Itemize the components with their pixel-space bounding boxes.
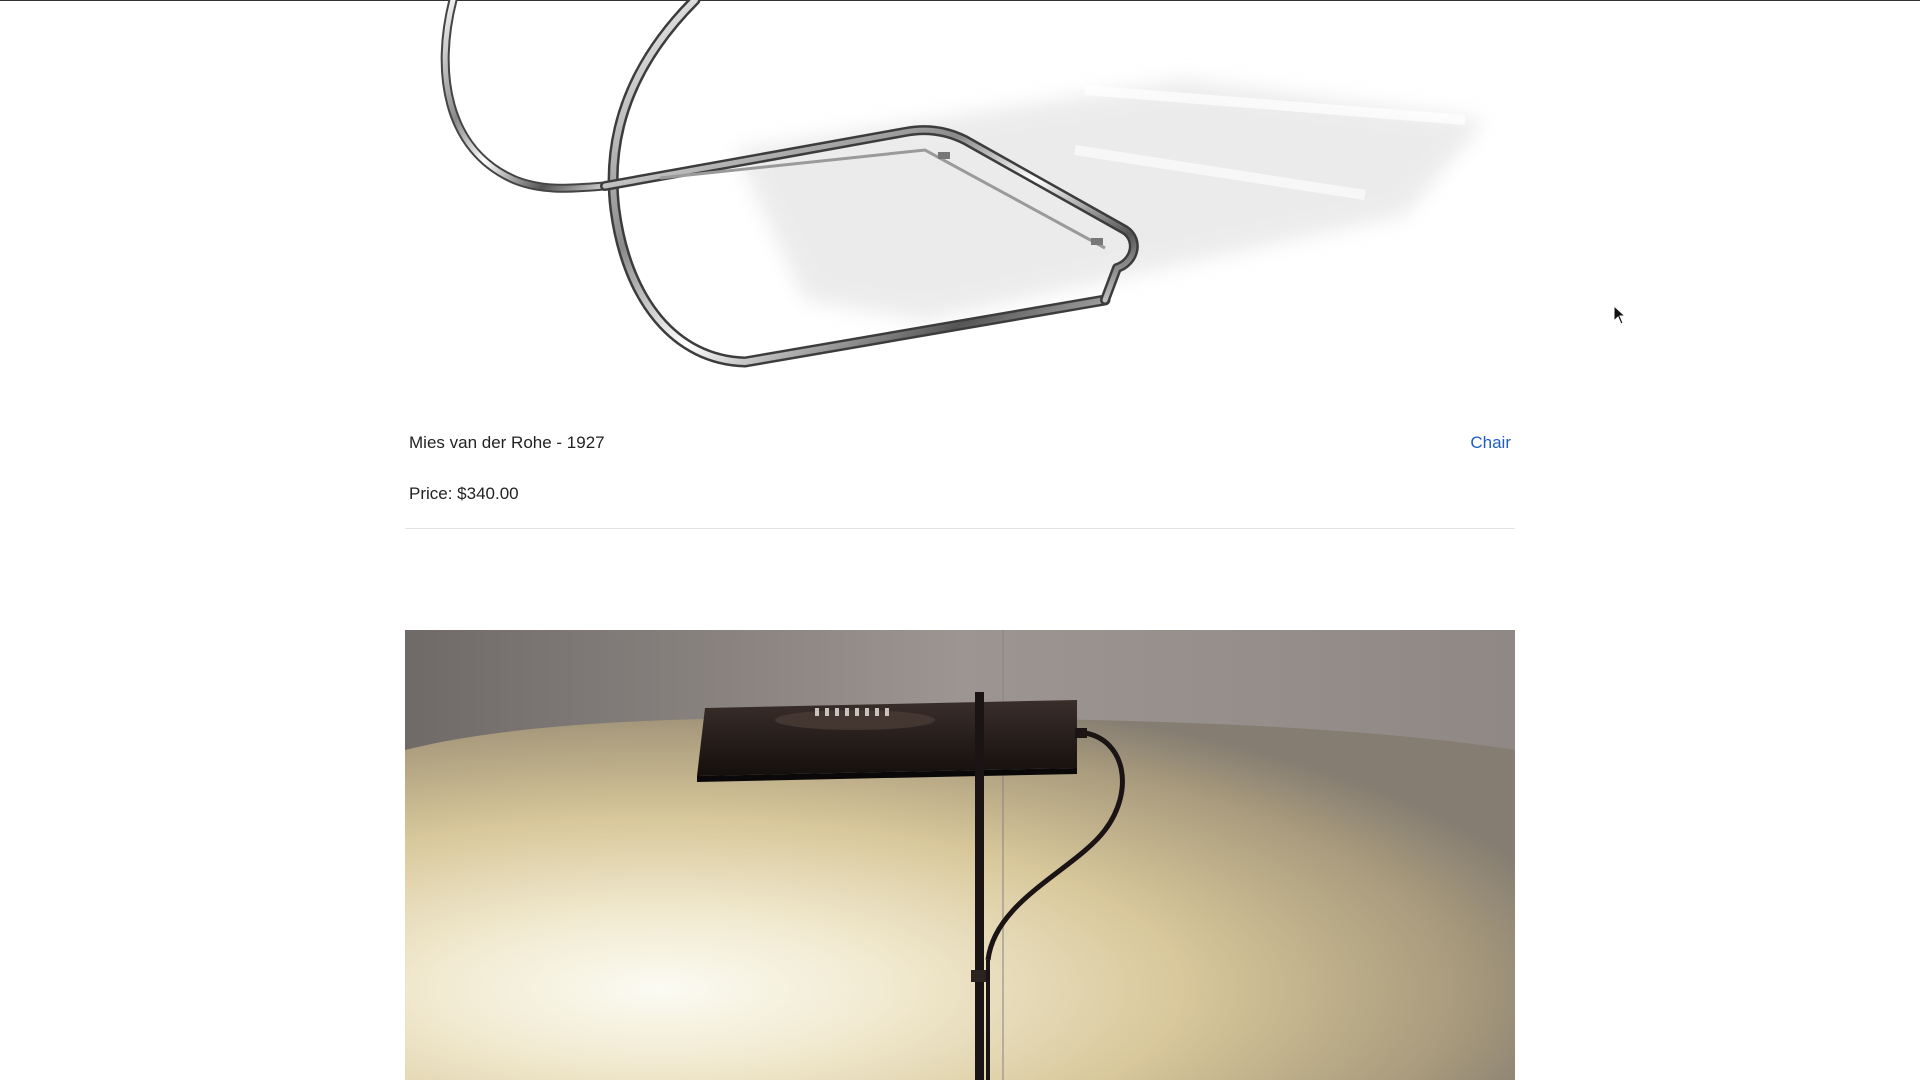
lamp-photo — [405, 630, 1515, 1080]
product-image-lamp[interactable] — [405, 630, 1515, 1080]
category-link-chair[interactable]: Chair — [1470, 433, 1511, 453]
product-card-lamp — [405, 630, 1515, 1080]
price-text: Price: $340.00 — [409, 484, 519, 503]
chair-illustration — [440, 0, 1485, 368]
product-card-chair: Mies van der Rohe - 1927 Chair Price: $3… — [405, 0, 1515, 530]
product-meta-row: Mies van der Rohe - 1927 Chair — [409, 429, 1511, 457]
mouse-pointer-icon — [1613, 305, 1627, 325]
product-image-chair[interactable] — [405, 0, 1515, 380]
designer-year-text: Mies van der Rohe - 1927 — [409, 433, 605, 452]
card-divider — [405, 528, 1515, 529]
